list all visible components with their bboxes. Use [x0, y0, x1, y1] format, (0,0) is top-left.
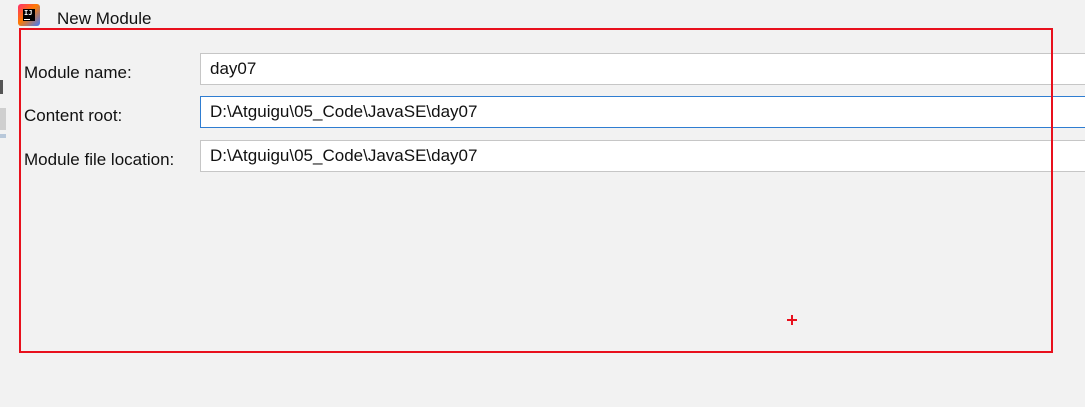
module-name-input[interactable]: [200, 53, 1085, 85]
content-root-input[interactable]: [200, 96, 1085, 128]
background-window-edge: [0, 30, 6, 407]
intellij-idea-icon: IJ: [18, 4, 40, 26]
content-root-label: Content root:: [24, 106, 123, 125]
module-name-label: Module name:: [24, 63, 132, 82]
window-title: New Module: [57, 9, 152, 28]
module-file-location-label: Module file location:: [24, 150, 175, 169]
module-file-location-input[interactable]: [200, 140, 1085, 172]
title-bar: IJ New Module: [0, 0, 1085, 30]
crosshair-plus-icon: [786, 314, 798, 326]
